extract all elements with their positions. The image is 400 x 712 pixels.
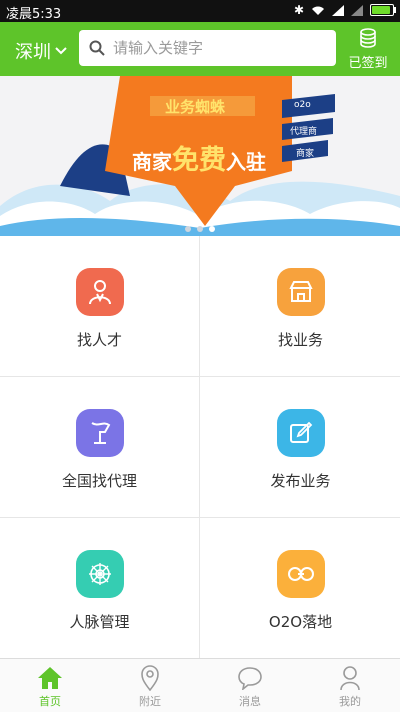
profile-icon	[340, 666, 360, 691]
signin-button[interactable]: 已签到	[344, 28, 392, 71]
banner-tag-o2o: o2o	[294, 100, 311, 110]
tab-messages[interactable]: 消息	[200, 659, 300, 712]
feature-find-business[interactable]: 找业务	[201, 236, 400, 376]
tab-label: 我的	[339, 695, 361, 708]
search-icon	[89, 40, 105, 56]
carousel-dot-active[interactable]	[209, 226, 215, 232]
tab-label: 消息	[239, 695, 261, 708]
bluetooth-icon: ✱	[293, 3, 304, 17]
carousel-dot[interactable]	[197, 226, 203, 232]
headline-pre: 商家	[132, 150, 172, 174]
feature-label: 找业务	[277, 331, 323, 349]
feature-find-agent[interactable]: 全国找代理	[0, 377, 199, 517]
feature-label: 发布业务	[270, 472, 331, 490]
signal-icon	[332, 4, 344, 16]
feature-find-talent[interactable]: 找人才	[0, 236, 199, 376]
signin-label: 已签到	[348, 56, 388, 71]
talent-icon	[75, 268, 124, 316]
edit-icon	[276, 409, 325, 457]
tab-home[interactable]: 首页	[0, 659, 100, 712]
grid-divider	[199, 236, 200, 658]
search-input[interactable]	[111, 38, 325, 58]
status-time: 凌晨5:33	[6, 7, 62, 22]
status-bar: 凌晨5:33 ✱	[0, 0, 400, 22]
wifi-icon	[312, 6, 324, 15]
location-pin-icon	[141, 665, 159, 691]
feature-label: O2O落地	[268, 613, 333, 631]
feature-publish-business[interactable]: 发布业务	[201, 377, 400, 517]
signal-icon	[351, 4, 363, 16]
status-icons: ✱	[293, 3, 396, 17]
city-selector[interactable]: 深圳	[15, 38, 67, 64]
message-bubble-icon	[238, 667, 262, 690]
feature-network-management[interactable]: 人脉管理	[0, 518, 199, 658]
feature-label: 人脉管理	[69, 613, 130, 631]
home-icon	[38, 667, 62, 689]
bottom-tab-bar: 首页 附近 消息 我的	[0, 658, 400, 712]
feature-label: 找人才	[76, 331, 122, 349]
tab-label: 首页	[39, 695, 61, 708]
search-box[interactable]	[79, 30, 336, 66]
carousel-indicator	[0, 226, 400, 232]
shop-icon	[276, 268, 325, 316]
tab-profile[interactable]: 我的	[300, 659, 400, 712]
feature-label: 全国找代理	[61, 472, 137, 490]
tab-label: 附近	[139, 695, 161, 708]
carousel-dot[interactable]	[185, 226, 191, 232]
grid-divider	[0, 517, 400, 518]
headline-post: 入驻	[226, 150, 266, 174]
city-name: 深圳	[15, 42, 51, 63]
chevron-down-icon	[55, 47, 67, 55]
banner-tagline: 业务蜘蛛	[165, 98, 226, 116]
o2o-icon	[276, 550, 325, 598]
grid-divider	[0, 376, 400, 377]
banner-tag-agent: 代理商	[290, 127, 318, 137]
agent-flag-icon	[75, 409, 124, 457]
promo-banner[interactable]: 业务蜘蛛 商家免费入驻 o2o 代理商 商家	[0, 76, 400, 236]
battery-icon	[370, 4, 396, 16]
headline-emph: 免费	[172, 145, 226, 176]
tab-nearby[interactable]: 附近	[100, 659, 200, 712]
banner-tag-merchant: 商家	[296, 149, 315, 159]
feature-o2o-landing[interactable]: O2O落地	[201, 518, 400, 658]
top-bar: 深圳 已签到	[0, 22, 400, 76]
banner-headline: 商家免费入驻	[132, 138, 266, 177]
feature-grid: 找人才 找业务 全国找代理 发布业务 人脉管理 O2O落地	[0, 236, 400, 658]
network-icon	[75, 550, 124, 598]
database-coins-icon	[360, 28, 376, 48]
